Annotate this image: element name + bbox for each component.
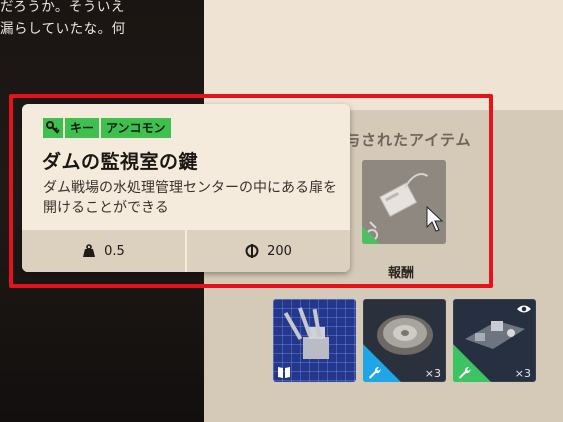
item-description: ダム戦場の水処理管理センターの中にある扉を開けることができる bbox=[43, 180, 337, 216]
upper-panel bbox=[204, 0, 563, 110]
item-tooltip: キー アンコモン ダムの監視室の鍵 ダム戦場の水処理管理センターの中にある扉を開… bbox=[22, 104, 350, 272]
weight-value: 0.5 bbox=[104, 243, 125, 259]
tag-key-icon-badge bbox=[43, 118, 63, 138]
wrench-icon bbox=[459, 366, 471, 379]
tag-category: キー bbox=[65, 118, 100, 138]
part-slot-machinery[interactable]: ×3 bbox=[453, 299, 536, 382]
dialogue-text: だろうか。そういえ 漏らしていたな。何 bbox=[0, 0, 126, 37]
item-stats: 0.5 200 bbox=[22, 230, 350, 272]
value-stat: 200 bbox=[185, 230, 350, 272]
tag-rarity: アンコモン bbox=[101, 118, 171, 138]
wrench-icon bbox=[369, 366, 381, 379]
part-slot-speaker[interactable]: ×3 bbox=[363, 299, 446, 382]
mouse-cursor-icon bbox=[426, 206, 444, 232]
eye-icon[interactable] bbox=[516, 303, 532, 315]
slot-quantity: ×3 bbox=[424, 367, 441, 380]
currency-icon bbox=[245, 244, 259, 258]
value-amount: 200 bbox=[267, 243, 292, 259]
rarity-corner bbox=[362, 226, 380, 244]
weight-icon bbox=[83, 244, 96, 257]
key-icon bbox=[46, 121, 60, 134]
book-icon bbox=[278, 367, 290, 378]
blueprint-slot[interactable] bbox=[273, 299, 356, 382]
reward-label: 報酬 bbox=[388, 266, 415, 281]
item-title: ダムの監視室の鍵 bbox=[42, 151, 199, 173]
slot-quantity: ×3 bbox=[514, 367, 531, 380]
item-tags: キー アンコモン bbox=[43, 118, 171, 138]
received-items-title: 与されたアイテム bbox=[345, 131, 472, 149]
received-item-thumbnail[interactable] bbox=[362, 160, 446, 244]
weight-stat: 0.5 bbox=[22, 230, 185, 272]
